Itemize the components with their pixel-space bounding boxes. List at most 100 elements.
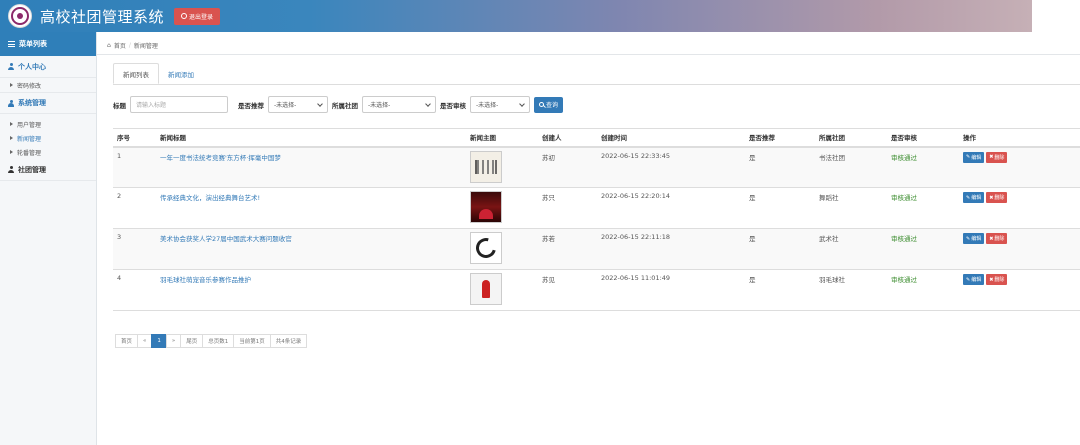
page-next-button[interactable]: » [165, 334, 182, 348]
col-header: 是否审核 [887, 128, 959, 148]
sidebar-group-label: 社团管理 [18, 165, 46, 174]
club-cell: 武术社 [815, 228, 887, 270]
creator-cell: 苏若 [538, 228, 597, 270]
sidebar-header-label: 菜单列表 [19, 40, 47, 48]
sidebar-item-label: 新闻管理 [17, 135, 42, 143]
audit-select[interactable]: -未选择- [470, 96, 530, 113]
chevron-down-icon [425, 100, 431, 107]
sidebar-group-system[interactable]: 系统管理 [0, 92, 96, 114]
home-icon: ⌂ [107, 41, 111, 49]
sidebar-group-personal[interactable]: 个人中心 [0, 56, 96, 78]
created-time-cell: 2022-06-15 22:11:18 [597, 228, 745, 270]
delete-button[interactable]: ✖ 删除 [986, 192, 1008, 203]
sidebar-group-label: 个人中心 [18, 62, 46, 71]
edit-button[interactable]: ✎ 编辑 [963, 274, 985, 285]
col-header: 所属社团 [815, 128, 887, 148]
sidebar-item-users[interactable]: 用户管理 [0, 117, 96, 131]
delete-label: 删除 [994, 195, 1005, 201]
news-title-link[interactable]: 美术协会获奖人学27届中国武术大赛问题收官 [160, 235, 292, 243]
breadcrumb-home[interactable]: 首页 [114, 41, 126, 50]
pencil-icon: ✎ [966, 235, 971, 242]
close-icon: ✖ [989, 154, 994, 160]
power-icon [181, 13, 188, 19]
news-title-link[interactable]: 一年一度书法统考竞赛'东方杯·挥毫中国梦 [160, 154, 281, 162]
edit-label: 编辑 [971, 236, 982, 242]
tab-news-list[interactable]: 新闻列表 [113, 63, 159, 84]
club-select[interactable]: -未选择- [362, 96, 436, 113]
title-search-input[interactable]: 请输入标题 [130, 96, 228, 113]
page-prev-button[interactable]: « [137, 334, 153, 348]
delete-button[interactable]: ✖ 删除 [986, 151, 1008, 163]
app-header: 高校社团管理系统 退出登录 [0, 0, 1032, 32]
club-cell: 羽毛球社 [815, 269, 887, 311]
sidebar-item-carousel[interactable]: 轮番管理 [0, 145, 96, 159]
close-icon: ✖ [989, 235, 994, 242]
title-filter-label: 标题 [113, 101, 126, 110]
sidebar-item-label: 用户管理 [17, 121, 42, 129]
col-header: 新闻主图 [466, 128, 538, 148]
table-row: 2 传承经典文化，演出经典舞台艺术! 苏只 2022-06-15 22:20:1… [113, 187, 1080, 229]
sidebar: 菜单列表 个人中心 密码修改 系统管理 用户管理 新闻管理 轮番管理 社团管理 [0, 32, 97, 445]
page-first-button[interactable]: 首页 [115, 334, 139, 348]
recommend-select-value: -未选择- [274, 102, 297, 109]
search-icon [539, 102, 544, 107]
search-button-label: 查询 [546, 102, 559, 109]
news-thumbnail-calligraphy [470, 150, 502, 183]
news-table: 序号 新闻标题 新闻主图 创建人 创建时间 是否推荐 所属社团 是否审核 操作 … [113, 128, 1080, 311]
chevron-down-icon [519, 100, 525, 107]
audit-status-badge: 审核通过 [891, 276, 917, 284]
created-time-cell: 2022-06-15 22:20:14 [597, 187, 745, 229]
audit-filter-label: 是否审核 [440, 101, 466, 110]
edit-label: 编辑 [971, 277, 982, 283]
edit-button[interactable]: ✎ 编辑 [963, 192, 985, 203]
news-title-link[interactable]: 传承经典文化，演出经典舞台艺术! [160, 194, 260, 202]
search-button[interactable]: 查询 [534, 96, 564, 113]
created-time-cell: 2022-06-15 11:01:49 [597, 269, 745, 311]
caret-right-icon [10, 150, 13, 154]
audit-status-badge: 审核通过 [891, 153, 917, 162]
current-page-info: 当前第1页 [233, 334, 271, 348]
chevron-down-icon [317, 100, 323, 107]
tab-news-add[interactable]: 新闻添加 [159, 63, 203, 84]
news-thumbnail-martial-arts [470, 232, 502, 264]
logout-button[interactable]: 退出登录 [174, 7, 221, 25]
page-last-button[interactable]: 尾页 [180, 334, 204, 348]
audit-select-value: -未选择- [476, 102, 499, 109]
university-logo [8, 4, 32, 28]
row-number: 4 [113, 269, 156, 311]
user-icon [8, 99, 14, 107]
news-title-link[interactable]: 羽毛球社萌宠音乐参赛作品推护 [160, 276, 251, 284]
page-current-button[interactable]: 1 [151, 334, 167, 348]
delete-label: 删除 [994, 154, 1005, 161]
table-row: 4 羽毛球社萌宠音乐参赛作品推护 苏见 2022-06-15 11:01:49 … [113, 269, 1080, 311]
recommend-select[interactable]: -未选择- [268, 96, 328, 113]
audit-status-badge: 审核通过 [891, 194, 917, 202]
table-row: 3 美术协会获奖人学27届中国武术大赛问题收官 苏若 2022-06-15 22… [113, 228, 1080, 270]
col-header: 操作 [959, 128, 1080, 148]
sidebar-item-news[interactable]: 新闻管理 [0, 131, 96, 145]
breadcrumb: ⌂ 首页 / 新闻管理 [107, 38, 158, 52]
recommend-cell: 是 [745, 187, 815, 229]
col-header: 序号 [113, 128, 156, 148]
row-number: 1 [113, 146, 156, 188]
club-cell: 书法社团 [815, 146, 887, 188]
breadcrumb-separator: / [128, 41, 131, 49]
close-icon: ✖ [989, 194, 994, 201]
creator-cell: 苏只 [538, 187, 597, 229]
row-number: 2 [113, 187, 156, 229]
delete-button[interactable]: ✖ 删除 [986, 274, 1008, 285]
caret-right-icon [10, 136, 13, 140]
pagination: 首页 « 1 » 尾页 总页数1 当前第1页 共4条记录 [115, 334, 308, 348]
sidebar-group-club[interactable]: 社团管理 [0, 159, 96, 181]
pencil-icon: ✎ [966, 276, 971, 283]
edit-button[interactable]: ✎ 编辑 [963, 151, 985, 163]
tabs-divider [113, 84, 1080, 85]
col-header: 创建时间 [597, 128, 745, 148]
edit-button[interactable]: ✎ 编辑 [963, 233, 985, 244]
creator-cell: 苏见 [538, 269, 597, 311]
delete-button[interactable]: ✖ 删除 [986, 233, 1008, 244]
recommend-cell: 是 [745, 146, 815, 188]
sidebar-item-password[interactable]: 密码修改 [0, 78, 96, 92]
audit-status-badge: 审核通过 [891, 235, 917, 243]
caret-right-icon [10, 122, 13, 126]
